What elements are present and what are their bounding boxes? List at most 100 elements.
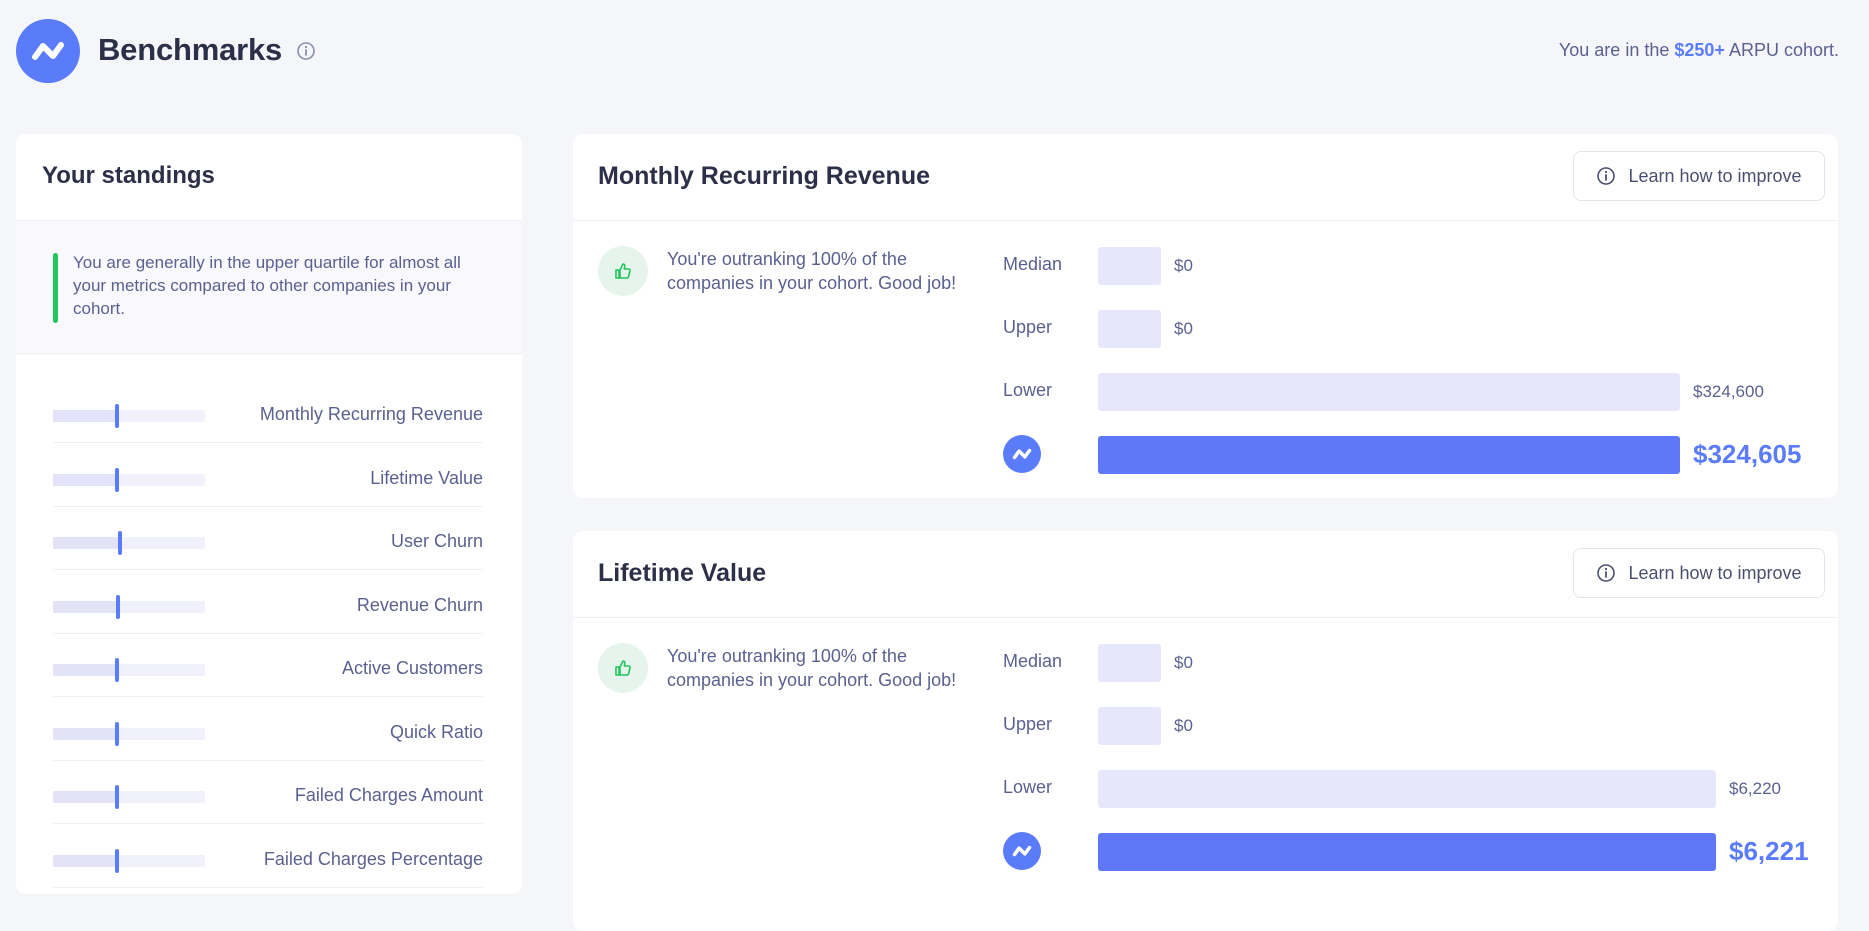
median-bar [1098, 247, 1161, 285]
info-icon [1597, 167, 1616, 185]
metric-row[interactable]: Active Customers [53, 634, 483, 697]
median-label: Median [1003, 254, 1063, 274]
ltv-card: Lifetime Value Learn how to improve You'… [573, 531, 1838, 931]
mrr-card: Monthly Recurring Revenue Learn how to i… [573, 134, 1838, 498]
standings-card: Your standings You are generally in the … [16, 134, 522, 894]
metric-track [53, 404, 205, 428]
metric-row[interactable]: Failed Charges Percentage [53, 825, 483, 888]
you-row: $6,221 [1003, 832, 1833, 872]
card-message: You're outranking 100% of the companies … [667, 646, 957, 690]
metric-label: Monthly Recurring Revenue [259, 404, 483, 424]
learn-how-to-improve-button[interactable]: Learn how to improve [1573, 548, 1825, 598]
metric-marker [114, 467, 119, 492]
improve-label: Learn how to improve [1628, 165, 1802, 186]
lower-label: Lower [1003, 380, 1053, 400]
metric-marker [114, 785, 119, 809]
upper-label: Upper [1003, 714, 1053, 734]
cohort-text: You are in the $250+ ARPU cohort. [1559, 40, 1839, 61]
median-label: Median [1003, 651, 1063, 671]
metric-row[interactable]: User Churn [53, 507, 483, 570]
card-title: Lifetime Value [598, 559, 767, 587]
page-title: Benchmarks [98, 32, 283, 67]
lower-value: $324,600 [1693, 382, 1764, 401]
your-value: $6,221 [1729, 836, 1809, 866]
standings-title: Your standings [42, 162, 215, 189]
metric-row[interactable]: Failed Charges Amount [53, 761, 483, 824]
your-company-logo-icon [1003, 435, 1041, 473]
metric-fill [53, 854, 117, 867]
median-row: Median $0 [1003, 643, 1833, 683]
you-row: $324,605 [1003, 435, 1833, 475]
metric-label: Revenue Churn [356, 594, 483, 615]
card-header: Monthly Recurring Revenue Learn how to i… [573, 134, 1838, 221]
your-company-logo-icon [1003, 832, 1041, 870]
learn-how-to-improve-button[interactable]: Learn how to improve [1573, 151, 1825, 201]
thumbs-up-icon [598, 246, 648, 296]
metric-label: Failed Charges Percentage [263, 848, 483, 869]
metric-track [53, 721, 205, 746]
card-title: Monthly Recurring Revenue [598, 162, 930, 190]
your-value: $324,605 [1693, 439, 1802, 469]
upper-value: $0 [1174, 716, 1193, 735]
upper-row: Upper $0 [1003, 706, 1833, 746]
metric-fill [53, 600, 119, 613]
median-row: Median $0 [1003, 246, 1833, 286]
metric-marker [114, 721, 119, 746]
improve-label: Learn how to improve [1628, 562, 1802, 583]
metric-fill [53, 537, 120, 549]
info-icon [1597, 564, 1616, 582]
median-bar [1098, 644, 1161, 682]
metric-row[interactable]: Quick Ratio [53, 698, 483, 761]
metric-fill [53, 791, 117, 803]
lower-bar [1098, 770, 1716, 808]
metric-label: Quick Ratio [389, 721, 483, 742]
metric-marker [114, 658, 119, 682]
card-message: You're outranking 100% of the companies … [667, 249, 957, 293]
metric-track [53, 848, 205, 873]
metric-track [53, 467, 205, 492]
your-bar [1098, 833, 1716, 871]
metric-marker [114, 848, 119, 873]
median-value: $0 [1174, 256, 1193, 275]
metric-marker [116, 594, 121, 619]
metric-row[interactable]: Monthly Recurring Revenue [53, 380, 483, 443]
baremetrics-logo-icon[interactable] [16, 19, 80, 83]
thumbs-up-icon [598, 643, 648, 693]
lower-row: Lower $324,600 [1003, 372, 1833, 412]
metric-track [53, 531, 205, 555]
cohort-value: $250+ [1674, 40, 1725, 60]
info-icon[interactable] [296, 41, 316, 61]
metric-track [53, 594, 205, 619]
card-header: Lifetime Value Learn how to improve [573, 531, 1838, 618]
metric-marker [114, 404, 119, 428]
upper-bar [1098, 310, 1161, 348]
metric-fill [53, 473, 117, 486]
metric-track [53, 785, 205, 809]
lower-bar [1098, 373, 1680, 411]
metric-fill [53, 410, 117, 422]
metric-fill [53, 664, 117, 676]
your-bar [1098, 436, 1680, 474]
upper-value: $0 [1174, 319, 1193, 338]
metric-label: User Churn [390, 531, 483, 551]
page-header: Benchmarks You are in the $250+ ARPU coh… [0, 0, 1869, 104]
metric-row[interactable]: Revenue Churn [53, 571, 483, 634]
upper-label: Upper [1003, 317, 1053, 337]
summary-accent-bar [53, 253, 58, 323]
standings-summary: You are generally in the upper quartile … [16, 220, 522, 354]
summary-text: You are generally in the upper quartile … [73, 253, 461, 318]
cohort-suffix: ARPU cohort. [1728, 40, 1839, 60]
lower-value: $6,220 [1729, 779, 1781, 798]
lower-label: Lower [1003, 777, 1053, 797]
cohort-prefix: You are in the [1558, 40, 1670, 60]
metric-fill [53, 727, 117, 740]
metric-label: Active Customers [341, 658, 483, 678]
metric-marker [117, 531, 122, 555]
upper-bar [1098, 707, 1161, 745]
metric-row[interactable]: Lifetime Value [53, 444, 483, 507]
metric-label: Lifetime Value [370, 467, 483, 488]
upper-row: Upper $0 [1003, 309, 1833, 349]
median-value: $0 [1174, 653, 1193, 672]
metric-track [53, 658, 205, 682]
lower-row: Lower $6,220 [1003, 769, 1833, 809]
